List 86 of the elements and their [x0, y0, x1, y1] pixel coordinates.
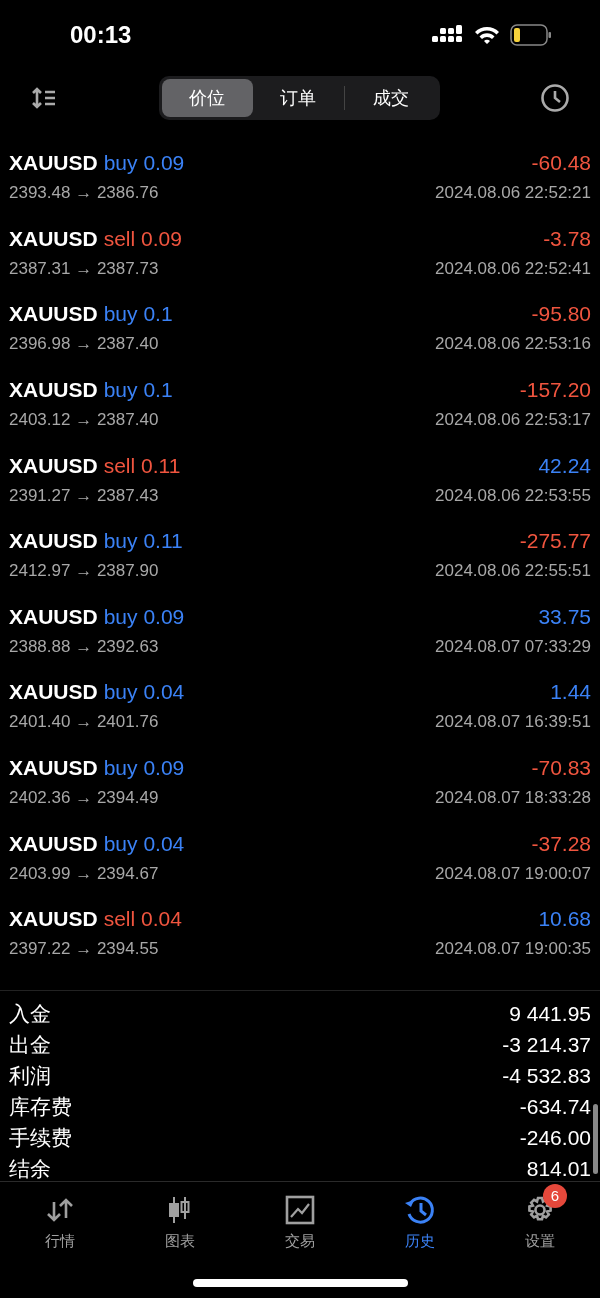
- profit-value: 33.75: [538, 603, 591, 630]
- symbol-text: XAUUSD: [9, 377, 98, 404]
- trade-time: 2024.08.06 22:55:51: [435, 560, 591, 583]
- symbol-text: XAUUSD: [9, 301, 98, 328]
- segment-tab[interactable]: 成交: [345, 79, 437, 117]
- price-range: 2412.97 → 2387.90: [9, 560, 159, 583]
- trade-time: 2024.08.06 22:53:55: [435, 484, 591, 507]
- summary-label: 结余: [9, 1156, 51, 1183]
- profit-value: -60.48: [531, 150, 591, 177]
- history-icon: [404, 1194, 436, 1226]
- trade-time: 2024.08.06 22:53:17: [435, 409, 591, 432]
- trade-volume: buy 0.09: [103, 603, 185, 630]
- tab-bar-item[interactable]: 交易: [240, 1182, 360, 1253]
- trade-time: 2024.08.06 22:52:21: [435, 182, 591, 205]
- candlestick-icon: [168, 1195, 192, 1225]
- price-range: 2403.12 → 2387.40: [9, 409, 159, 432]
- summary-value: -634.74: [519, 1094, 591, 1121]
- tab-bar-item[interactable]: 历史: [360, 1182, 480, 1253]
- trade-volume: buy 0.1: [103, 377, 173, 404]
- symbol-text: XAUUSD: [9, 603, 98, 630]
- symbol-text: XAUUSD: [9, 150, 98, 177]
- symbol-text: XAUUSD: [9, 452, 98, 479]
- clock-icon[interactable]: [540, 83, 570, 113]
- profit-value: 42.24: [538, 452, 591, 479]
- summary-value: -4 532.83: [502, 1063, 591, 1090]
- trade-volume: buy 0.11: [103, 528, 183, 555]
- tab-bar-item[interactable]: 图表: [120, 1182, 240, 1253]
- wifi-icon: [474, 25, 500, 45]
- trade-volume: buy 0.09: [103, 150, 185, 177]
- price-range: 2393.48 → 2386.76: [9, 182, 159, 205]
- price-range: 2397.22 → 2394.55: [9, 938, 159, 961]
- trade-time: 2024.08.07 19:00:35: [435, 938, 591, 961]
- summary-label: 入金: [9, 1001, 51, 1028]
- summary-label: 利润: [9, 1063, 51, 1090]
- symbol-text: XAUUSD: [9, 906, 98, 933]
- tab-bar-item[interactable]: 6 设置: [480, 1182, 600, 1253]
- summary-value: 9 441.95: [509, 1001, 591, 1028]
- tab-bar-item[interactable]: 行情: [0, 1182, 120, 1253]
- trade-volume: buy 0.09: [103, 755, 185, 781]
- profit-value: -95.80: [531, 301, 591, 328]
- price-range: 2388.88 → 2392.63: [9, 635, 159, 658]
- price-range: 2403.99 → 2394.67: [9, 862, 159, 885]
- segment-tab[interactable]: 价位: [161, 79, 253, 117]
- notification-badge: 6: [543, 1184, 567, 1208]
- price-range: 2387.31 → 2387.73: [9, 257, 159, 280]
- trade-time: 2024.08.06 22:52:41: [435, 257, 591, 280]
- profit-value: 1.44: [550, 679, 591, 706]
- trade-time: 2024.08.07 07:33:29: [435, 635, 591, 658]
- trade-time: 2024.08.07 19:00:07: [435, 862, 591, 885]
- battery-icon: [510, 24, 552, 46]
- price-range: 2401.40 → 2401.76: [9, 711, 159, 734]
- profit-value: -275.77: [519, 528, 591, 555]
- trade-time: 2024.08.07 16:39:51: [435, 711, 591, 734]
- segment-tab[interactable]: 订单: [252, 79, 345, 117]
- summary-value: -3 214.37: [502, 1032, 591, 1059]
- summary-label: 库存费: [9, 1094, 72, 1121]
- summary-value: 814.01: [526, 1156, 591, 1183]
- price-range: 2402.36 → 2394.49: [9, 787, 159, 809]
- trade-volume: sell 0.04: [103, 906, 182, 933]
- symbol-text: XAUUSD: [9, 755, 98, 781]
- summary-label: 手续费: [9, 1125, 72, 1152]
- line-chart-icon: [285, 1195, 315, 1225]
- price-range: 2396.98 → 2387.40: [9, 333, 159, 356]
- status-time: 00:13: [70, 20, 132, 50]
- trade-time: 2024.08.07 18:33:28: [435, 787, 591, 809]
- symbol-text: XAUUSD: [9, 225, 98, 252]
- symbol-text: XAUUSD: [9, 830, 98, 857]
- trade-volume: buy 0.04: [103, 830, 185, 857]
- arrows-icon: [45, 1196, 75, 1224]
- price-range: 2391.27 → 2387.43: [9, 484, 159, 507]
- profit-value: -157.20: [519, 377, 591, 404]
- trade-volume: sell 0.09: [103, 225, 182, 252]
- summary-label: 出金: [9, 1032, 51, 1059]
- symbol-text: XAUUSD: [9, 679, 98, 706]
- trade-volume: buy 0.1: [103, 301, 173, 328]
- trade-volume: sell 0.11: [103, 452, 181, 479]
- trade-volume: buy 0.04: [103, 679, 185, 706]
- trade-time: 2024.08.06 22:53:16: [435, 333, 591, 356]
- profit-value: 10.68: [538, 906, 591, 933]
- signal-icon: [432, 25, 464, 45]
- symbol-text: XAUUSD: [9, 528, 98, 555]
- profit-value: -3.78: [543, 225, 591, 252]
- summary-value: -246.00: [519, 1125, 591, 1152]
- profit-value: -37.28: [531, 830, 591, 857]
- sort-icon[interactable]: [30, 86, 58, 110]
- profit-value: -70.83: [531, 755, 591, 781]
